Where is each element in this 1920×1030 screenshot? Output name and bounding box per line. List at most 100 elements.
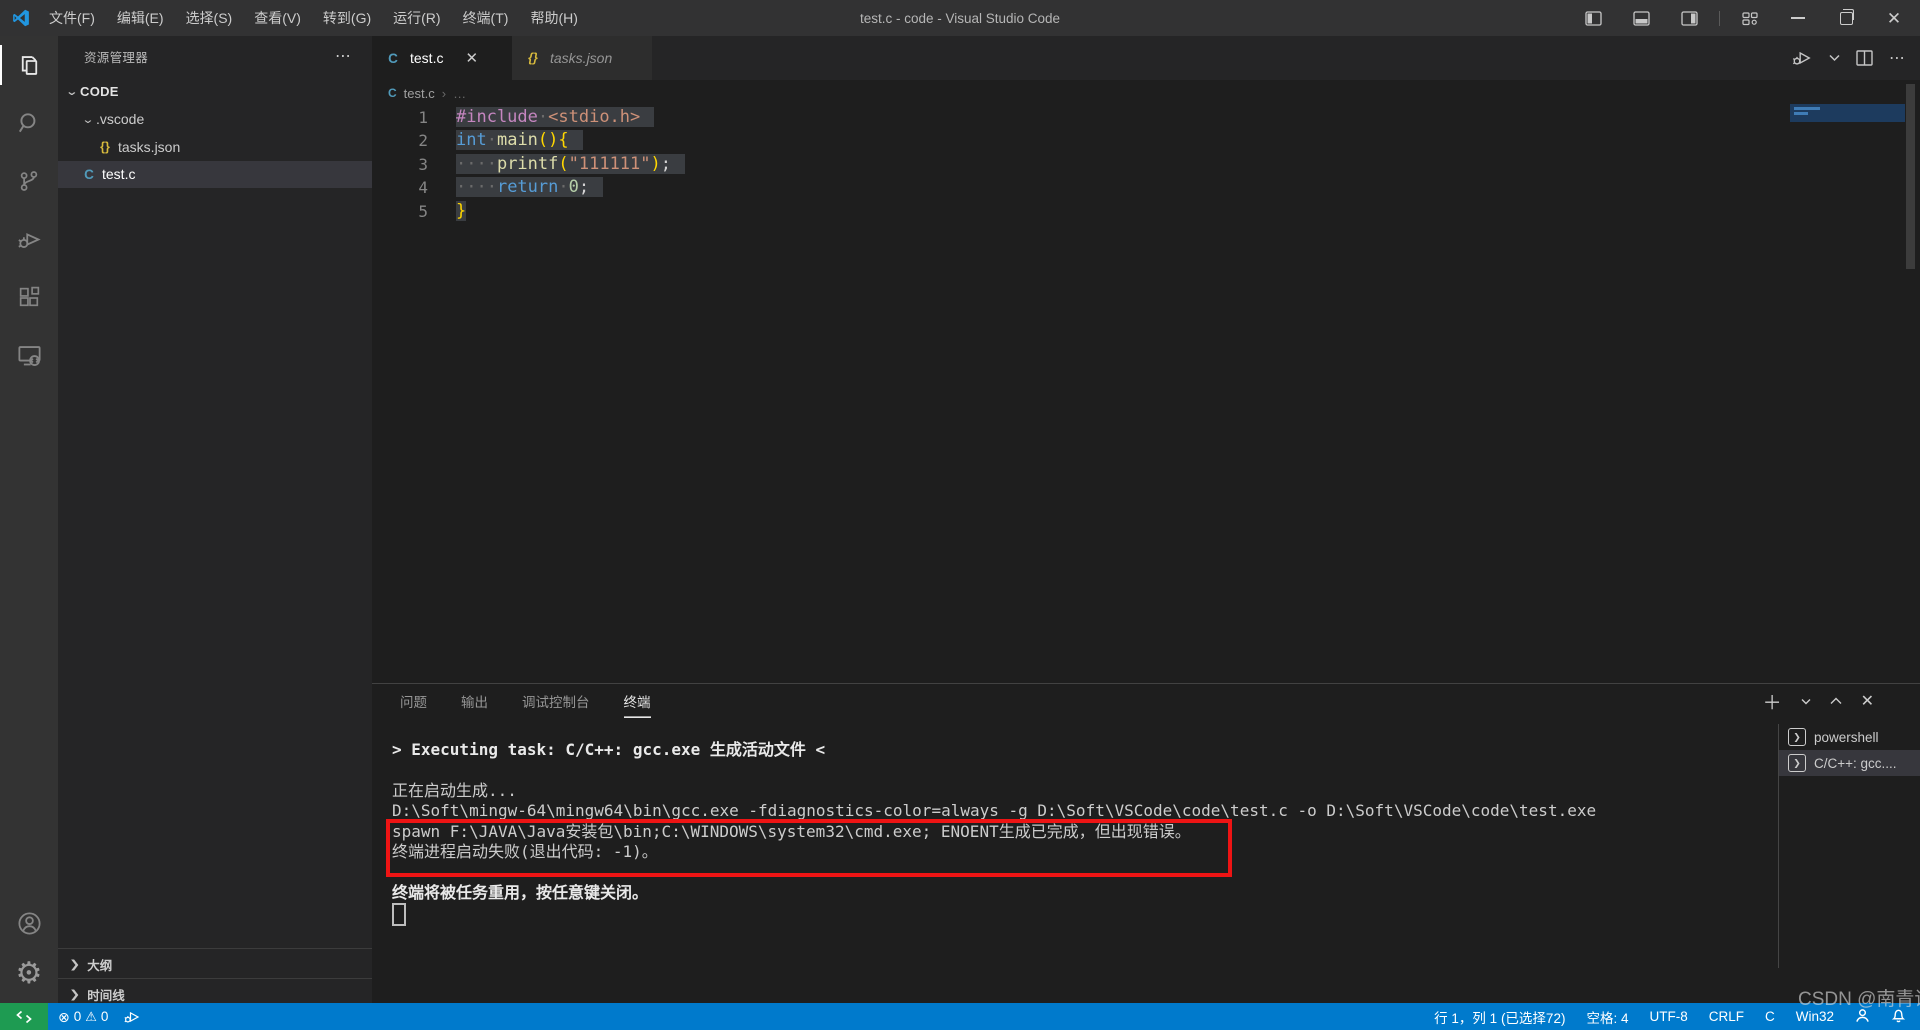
vscode-logo — [12, 9, 30, 27]
extensions-icon[interactable] — [0, 268, 58, 326]
line-number: 3 — [372, 153, 428, 176]
menu-item-6[interactable]: 终端(T) — [452, 0, 520, 36]
tree-item-label: test.c — [102, 166, 135, 182]
panel-tab-输出[interactable]: 输出 — [461, 684, 488, 718]
explorer-sidebar: 资源管理器 ⋯ ⌄CODE⌄.vscode{}tasks.jsonCtest.c… — [58, 36, 372, 1003]
panel-tab-调试控制台[interactable]: 调试控制台 — [522, 684, 590, 718]
line-number: 2 — [372, 129, 428, 152]
divider — [1719, 11, 1720, 26]
restore-button[interactable] — [1826, 0, 1866, 36]
window-controls: ✕ — [1573, 0, 1914, 36]
code-line: ····printf("111111"); — [456, 153, 685, 176]
accounts-icon[interactable] — [0, 910, 58, 937]
run-debug-icon[interactable] — [0, 210, 58, 268]
new-terminal-icon[interactable]: ＋ — [1763, 688, 1782, 715]
terminal-instance-label: C/C++: gcc.... — [1814, 756, 1897, 771]
split-editor-icon[interactable] — [1856, 50, 1873, 66]
panel-tab-终端[interactable]: 终端 — [624, 684, 651, 718]
chevron-right-icon: › — [442, 86, 446, 101]
more-actions-icon[interactable]: ⋯ — [335, 46, 352, 66]
code-editor[interactable]: 12345 #include·<stdio.h>int·main(){····pr… — [372, 106, 1920, 683]
layout-sidebar-left-icon[interactable] — [1573, 0, 1613, 36]
code-line: ····return·0; — [456, 176, 603, 199]
json-file-icon: {} — [524, 51, 542, 65]
line-number: 1 — [372, 106, 428, 129]
customize-layout-icon[interactable] — [1730, 0, 1770, 36]
menu-item-4[interactable]: 转到(G) — [312, 0, 382, 36]
menu-item-3[interactable]: 查看(V) — [243, 0, 312, 36]
outline-label: 大纲 — [87, 955, 112, 974]
terminal-instance-label: powershell — [1814, 730, 1879, 745]
run-c-file-icon[interactable] — [1791, 48, 1813, 68]
json-file-icon: {} — [96, 140, 114, 154]
editor-scrollbar[interactable] — [1906, 84, 1915, 269]
line-number: 5 — [372, 200, 428, 223]
warning-count: 0 — [101, 1009, 109, 1024]
line-number: 4 — [372, 176, 428, 199]
tab-label: test.c — [410, 50, 443, 66]
minimize-button[interactable] — [1778, 0, 1818, 36]
tab-label: tasks.json — [550, 50, 612, 66]
error-count: 0 — [74, 1009, 82, 1024]
bottom-panel: 问题输出调试控制台终端 ＋ ✕ > Executing task: C/C++:… — [372, 683, 1920, 1003]
layout-sidebar-right-icon[interactable] — [1669, 0, 1709, 36]
status-item-4[interactable]: C — [1765, 1009, 1775, 1024]
editor-actions: ⋯ — [1791, 36, 1906, 80]
settings-gear-icon[interactable]: ⚙ — [0, 959, 58, 989]
breadcrumb-file[interactable]: test.c — [404, 86, 435, 101]
layout-panel-icon[interactable] — [1621, 0, 1661, 36]
status-item-3[interactable]: CRLF — [1709, 1009, 1744, 1024]
close-panel-icon[interactable]: ✕ — [1861, 691, 1874, 711]
status-item-1[interactable]: 空格: 4 — [1586, 1007, 1628, 1027]
menu-bar: 文件(F)编辑(E)选择(S)查看(V)转到(G)运行(R)终端(T)帮助(H) — [38, 0, 589, 36]
minimap-selection[interactable] — [1790, 104, 1905, 122]
search-icon[interactable] — [0, 94, 58, 152]
menu-item-7[interactable]: 帮助(H) — [519, 0, 588, 36]
terminal-instance-C-C-gcc-[interactable]: ❯C/C++: gcc.... — [1779, 750, 1920, 776]
watermark: CSDN @南青说 — [1798, 984, 1920, 1011]
menu-item-5[interactable]: 运行(R) — [382, 0, 451, 36]
close-tab-icon[interactable]: ✕ — [465, 49, 478, 67]
status-item-2[interactable]: UTF-8 — [1649, 1009, 1687, 1024]
explorer-icon[interactable] — [0, 36, 58, 94]
menu-item-2[interactable]: 选择(S) — [175, 0, 244, 36]
tab-tasks-json[interactable]: {} tasks.json — [512, 36, 652, 80]
status-item-0[interactable]: 行 1，列 1 (已选择72) — [1434, 1007, 1565, 1027]
tree-item--vscode[interactable]: ⌄.vscode — [58, 106, 372, 134]
terminal-line: > Executing task: C/C++: gcc.exe 生成活动文件 … — [392, 739, 825, 760]
tree-item-tasks-json[interactable]: {}tasks.json — [58, 133, 372, 161]
code-line: #include·<stdio.h> — [456, 106, 654, 129]
status-item-5[interactable]: Win32 — [1796, 1009, 1834, 1024]
terminal-icon: ❯ — [1788, 728, 1806, 746]
panel-tabs: 问题输出调试控制台终端 — [372, 684, 1920, 718]
close-button[interactable]: ✕ — [1874, 0, 1914, 36]
panel-tab-问题[interactable]: 问题 — [400, 684, 427, 718]
source-control-icon[interactable] — [0, 152, 58, 210]
terminal-dropdown-icon[interactable] — [1801, 698, 1811, 705]
menu-item-0[interactable]: 文件(F) — [38, 0, 106, 36]
remote-indicator[interactable] — [0, 1003, 48, 1030]
menu-item-1[interactable]: 编辑(E) — [106, 0, 175, 36]
more-actions-icon[interactable]: ⋯ — [1889, 48, 1906, 68]
title-bar: 文件(F)编辑(E)选择(S)查看(V)转到(G)运行(R)终端(T)帮助(H)… — [0, 0, 1920, 36]
maximize-panel-icon[interactable] — [1830, 697, 1842, 705]
breadcrumb[interactable]: C test.c › … — [372, 80, 1920, 106]
terminal-cursor — [392, 903, 406, 926]
c-file-icon: C — [80, 167, 98, 182]
remote-explorer-icon[interactable] — [0, 326, 58, 384]
tab-test-c[interactable]: Ctest.c✕ — [372, 36, 512, 80]
breadcrumb-more[interactable]: … — [453, 86, 466, 101]
warning-icon: ⚠ — [85, 1010, 97, 1023]
terminal-line: D:\Soft\mingw-64\mingw64\bin\gcc.exe -fd… — [392, 800, 1596, 821]
panel-actions: ＋ ✕ — [1763, 684, 1874, 718]
problems-indicator[interactable]: ⊗ 0 ⚠ 0 — [58, 1009, 108, 1024]
terminal-instance-powershell[interactable]: ❯ powershell — [1779, 724, 1920, 750]
task-running-icon[interactable] — [123, 1009, 141, 1025]
code-line: int·main(){ — [456, 129, 583, 152]
tree-item-CODE[interactable]: ⌄CODE — [58, 78, 372, 106]
tree-item-test-c[interactable]: Ctest.c — [58, 161, 372, 189]
chevron-down-icon[interactable] — [1829, 54, 1840, 62]
code-line: } — [456, 200, 466, 223]
outline-section[interactable]: ❯大纲 — [58, 948, 372, 979]
terminal-list: ❯ powershell ❯C/C++: gcc.... — [1778, 724, 1920, 968]
